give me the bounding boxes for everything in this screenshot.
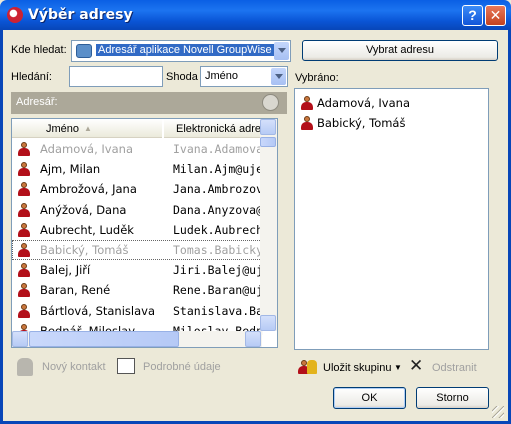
row-email: Jiri.Balej@ujep	[173, 263, 263, 278]
row-email: Stanislava.Bart	[173, 303, 263, 318]
match-value: Jméno	[205, 70, 239, 82]
column-header-email[interactable]: Elektronická adresa	[164, 119, 262, 138]
help-button[interactable]: ?	[462, 5, 483, 26]
column-name-label: Jméno	[46, 123, 80, 135]
person-icon	[18, 142, 30, 156]
table-row[interactable]: Anýžová, Dana Dana.Anyzova@	[12, 200, 274, 220]
scroll-right-button[interactable]	[245, 331, 261, 347]
row-email: Rene.Baran@uj	[173, 283, 263, 298]
window-title: Výběr adresy	[28, 7, 133, 23]
row-name: Ambrožová, Jana	[40, 182, 137, 197]
save-group-icon[interactable]	[298, 358, 318, 376]
row-name: Balej, Jiří	[40, 263, 91, 278]
row-email: Dana.Anyzova@	[173, 202, 263, 217]
row-name: Aubrecht, Luděk	[40, 222, 134, 237]
scroll-up-button[interactable]	[260, 119, 276, 135]
row-email: Milan.Ajm@uje	[173, 162, 263, 177]
hscroll-thumb[interactable]	[29, 331, 179, 347]
window-frame-left	[0, 30, 3, 424]
row-email: Ludek.Aubrecht	[173, 222, 263, 237]
new-contact-label[interactable]: Nový kontakt	[42, 361, 106, 373]
row-name: Anýžová, Dana	[40, 202, 127, 217]
chevron-down-icon[interactable]	[271, 68, 286, 85]
addressbook-label: Adresář:	[16, 96, 58, 108]
search-input[interactable]	[69, 66, 163, 87]
selected-label: Vybráno:	[295, 72, 339, 84]
selected-name: Adamová, Ivana	[317, 96, 410, 110]
save-group-dropdown-icon[interactable]: ▼	[394, 363, 402, 372]
selected-name: Babický, Tomáš	[317, 116, 406, 130]
list-item[interactable]: Babický, Tomáš	[295, 113, 485, 133]
lookin-value: Adresář aplikace Novell GroupWise	[96, 44, 274, 56]
details-icon[interactable]	[117, 358, 135, 374]
person-icon	[18, 283, 30, 298]
scroll-left-button[interactable]	[12, 331, 28, 347]
lookin-label: Kde hledat:	[11, 44, 67, 56]
column-header-name[interactable]: Jméno ▲	[12, 119, 162, 138]
title-bar: Výběr adresy ? ✕	[0, 0, 511, 30]
scroll-thumb[interactable]	[260, 137, 276, 147]
list-vertical-scrollbar[interactable]	[260, 119, 277, 331]
table-row[interactable]: Baran, René Rene.Baran@uj	[12, 280, 274, 300]
new-contact-icon[interactable]	[17, 358, 33, 376]
chevron-down-icon[interactable]	[274, 42, 289, 60]
table-row[interactable]: Balej, Jiří Jiri.Balej@ujep	[12, 260, 274, 280]
row-email: Jana.Ambrozov	[173, 182, 263, 197]
match-combo[interactable]: Jméno	[200, 66, 288, 87]
close-button[interactable]: ✕	[485, 5, 506, 26]
table-row[interactable]: Ambrožová, Jana Jana.Ambrozov	[12, 179, 274, 199]
address-list[interactable]: Jméno ▲ Elektronická adresa Adamová, Iva…	[11, 118, 278, 348]
person-icon	[18, 243, 30, 257]
addressbook-icon	[76, 44, 92, 58]
match-label: Shoda	[166, 71, 198, 83]
lookin-combo[interactable]: Adresář aplikace Novell GroupWise	[71, 40, 291, 62]
person-icon	[18, 303, 30, 318]
cancel-button[interactable]: Storno	[416, 387, 489, 409]
details-label[interactable]: Podrobné údaje	[143, 361, 221, 373]
table-row[interactable]: Babický, Tomáš Tomas.Babicky	[12, 240, 274, 260]
row-email: Ivana.Adamova@	[173, 142, 263, 156]
person-icon	[18, 202, 30, 217]
table-row[interactable]: Bártlová, Stanislava Stanislava.Bart	[12, 301, 274, 321]
person-icon	[18, 162, 30, 177]
search-label: Hledání:	[11, 71, 52, 83]
person-icon	[301, 96, 313, 110]
person-icon	[18, 263, 30, 278]
row-name: Baran, René	[40, 283, 111, 298]
ok-button[interactable]: OK	[333, 387, 406, 409]
scroll-down-button[interactable]	[260, 315, 276, 331]
table-row[interactable]: Ajm, Milan Milan.Ajm@uje	[12, 159, 274, 179]
resize-grip-icon[interactable]	[492, 406, 504, 418]
remove-label[interactable]: Odstranit	[432, 362, 477, 374]
selected-list[interactable]: Adamová, Ivana Babický, Tomáš	[294, 88, 489, 350]
row-name: Bártlová, Stanislava	[40, 303, 155, 318]
addressbook-options-icon[interactable]	[262, 94, 279, 111]
select-address-button[interactable]: Vybrat adresu	[302, 40, 498, 61]
row-name: Adamová, Ivana	[40, 142, 133, 156]
table-row[interactable]: Aubrecht, Luděk Ludek.Aubrecht	[12, 220, 274, 240]
person-icon	[18, 222, 30, 237]
list-item[interactable]: Adamová, Ivana	[295, 93, 485, 113]
list-horizontal-scrollbar[interactable]	[12, 331, 262, 347]
save-group-label[interactable]: Uložit skupinu	[323, 362, 391, 374]
sort-asc-icon: ▲	[84, 124, 92, 133]
addressbook-header: Adresář:	[11, 92, 287, 114]
remove-icon[interactable]: ✕	[409, 357, 423, 375]
row-name: Babický, Tomáš	[40, 243, 129, 257]
column-email-label: Elektronická adresa	[176, 123, 262, 135]
person-icon	[18, 182, 30, 197]
table-row[interactable]: Adamová, Ivana Ivana.Adamova@	[12, 139, 274, 159]
person-icon	[301, 116, 313, 130]
row-email: Tomas.Babicky	[173, 243, 263, 257]
row-name: Ajm, Milan	[40, 162, 101, 177]
groupwise-icon	[7, 7, 23, 23]
